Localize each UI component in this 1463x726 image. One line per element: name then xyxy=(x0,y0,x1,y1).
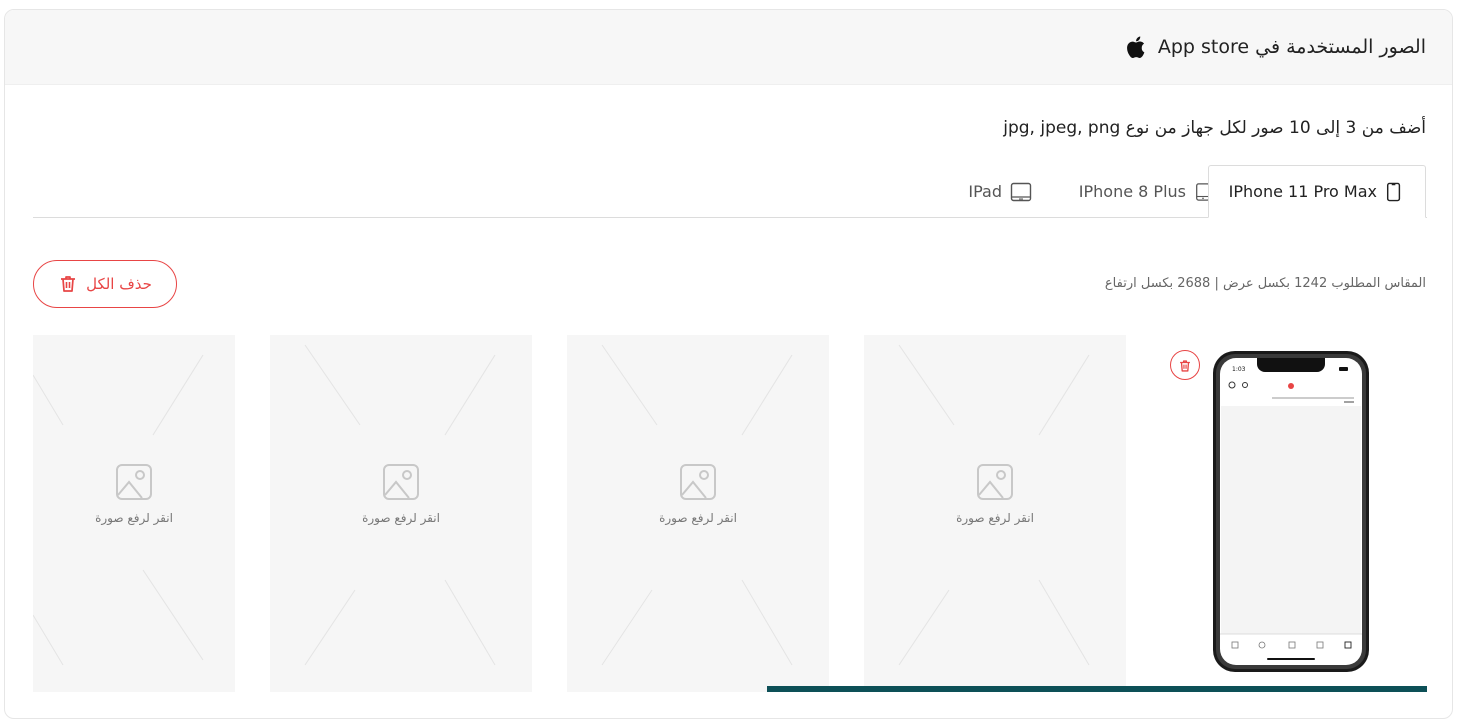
upload-progress-bar xyxy=(767,686,1427,692)
tab-ipad[interactable]: IPad xyxy=(968,165,1032,218)
tab-iphone-8-plus[interactable]: IPhone 8 Plus xyxy=(1079,165,1214,218)
header-title-group: الصور المستخدمة في App store xyxy=(1124,34,1426,60)
trash-icon xyxy=(1178,358,1192,372)
uploaded-screenshot-preview[interactable]: 1:03 xyxy=(1212,350,1370,673)
tab-iphone-11-pro-max[interactable]: IPhone 11 Pro Max xyxy=(1207,165,1426,218)
apple-icon xyxy=(1124,34,1150,60)
required-size-text: المقاس المطلوب 1242 بكسل عرض | 2688 بكسل… xyxy=(1104,276,1426,291)
tab-label: IPad xyxy=(968,182,1002,201)
image-placeholder-icon xyxy=(382,463,420,501)
delete-all-button[interactable]: حذف الكل xyxy=(33,260,177,308)
image-placeholder-icon xyxy=(976,463,1014,501)
delete-all-label: حذف الكل xyxy=(86,275,152,293)
image-placeholder-icon xyxy=(115,463,153,501)
tab-label: IPhone 8 Plus xyxy=(1078,182,1186,201)
trash-icon xyxy=(58,274,78,294)
delete-image-button[interactable] xyxy=(1170,350,1200,380)
instructions-text: أضف من 3 إلى 10 صور لكل جهاز من نوع jpg,… xyxy=(1003,118,1426,138)
upload-slot-label: انقر لرفع صورة xyxy=(659,511,737,525)
upload-slot-label: انقر لرفع صورة xyxy=(362,511,440,525)
upload-slot-label: انقر لرفع صورة xyxy=(95,511,173,525)
upload-slot[interactable]: انقر لرفع صورة xyxy=(864,335,1126,692)
tablet-icon xyxy=(1010,181,1032,203)
tab-label: IPhone 11 Pro Max xyxy=(1228,182,1377,201)
upload-slot[interactable]: انقر لرفع صورة xyxy=(33,335,235,692)
phone-icon xyxy=(1385,181,1405,203)
image-placeholder-icon xyxy=(679,463,717,501)
card-header: الصور المستخدمة في App store xyxy=(5,10,1452,85)
status-time: 1:03 xyxy=(1232,366,1246,373)
upload-slot[interactable]: انقر لرفع صورة xyxy=(270,335,532,692)
upload-slot-label: انقر لرفع صورة xyxy=(956,511,1034,525)
upload-slot[interactable]: انقر لرفع صورة xyxy=(567,335,829,692)
app-store-images-card: الصور المستخدمة في App store أضف من 3 إل… xyxy=(4,9,1453,719)
header-title: الصور المستخدمة في App store xyxy=(1157,36,1426,58)
